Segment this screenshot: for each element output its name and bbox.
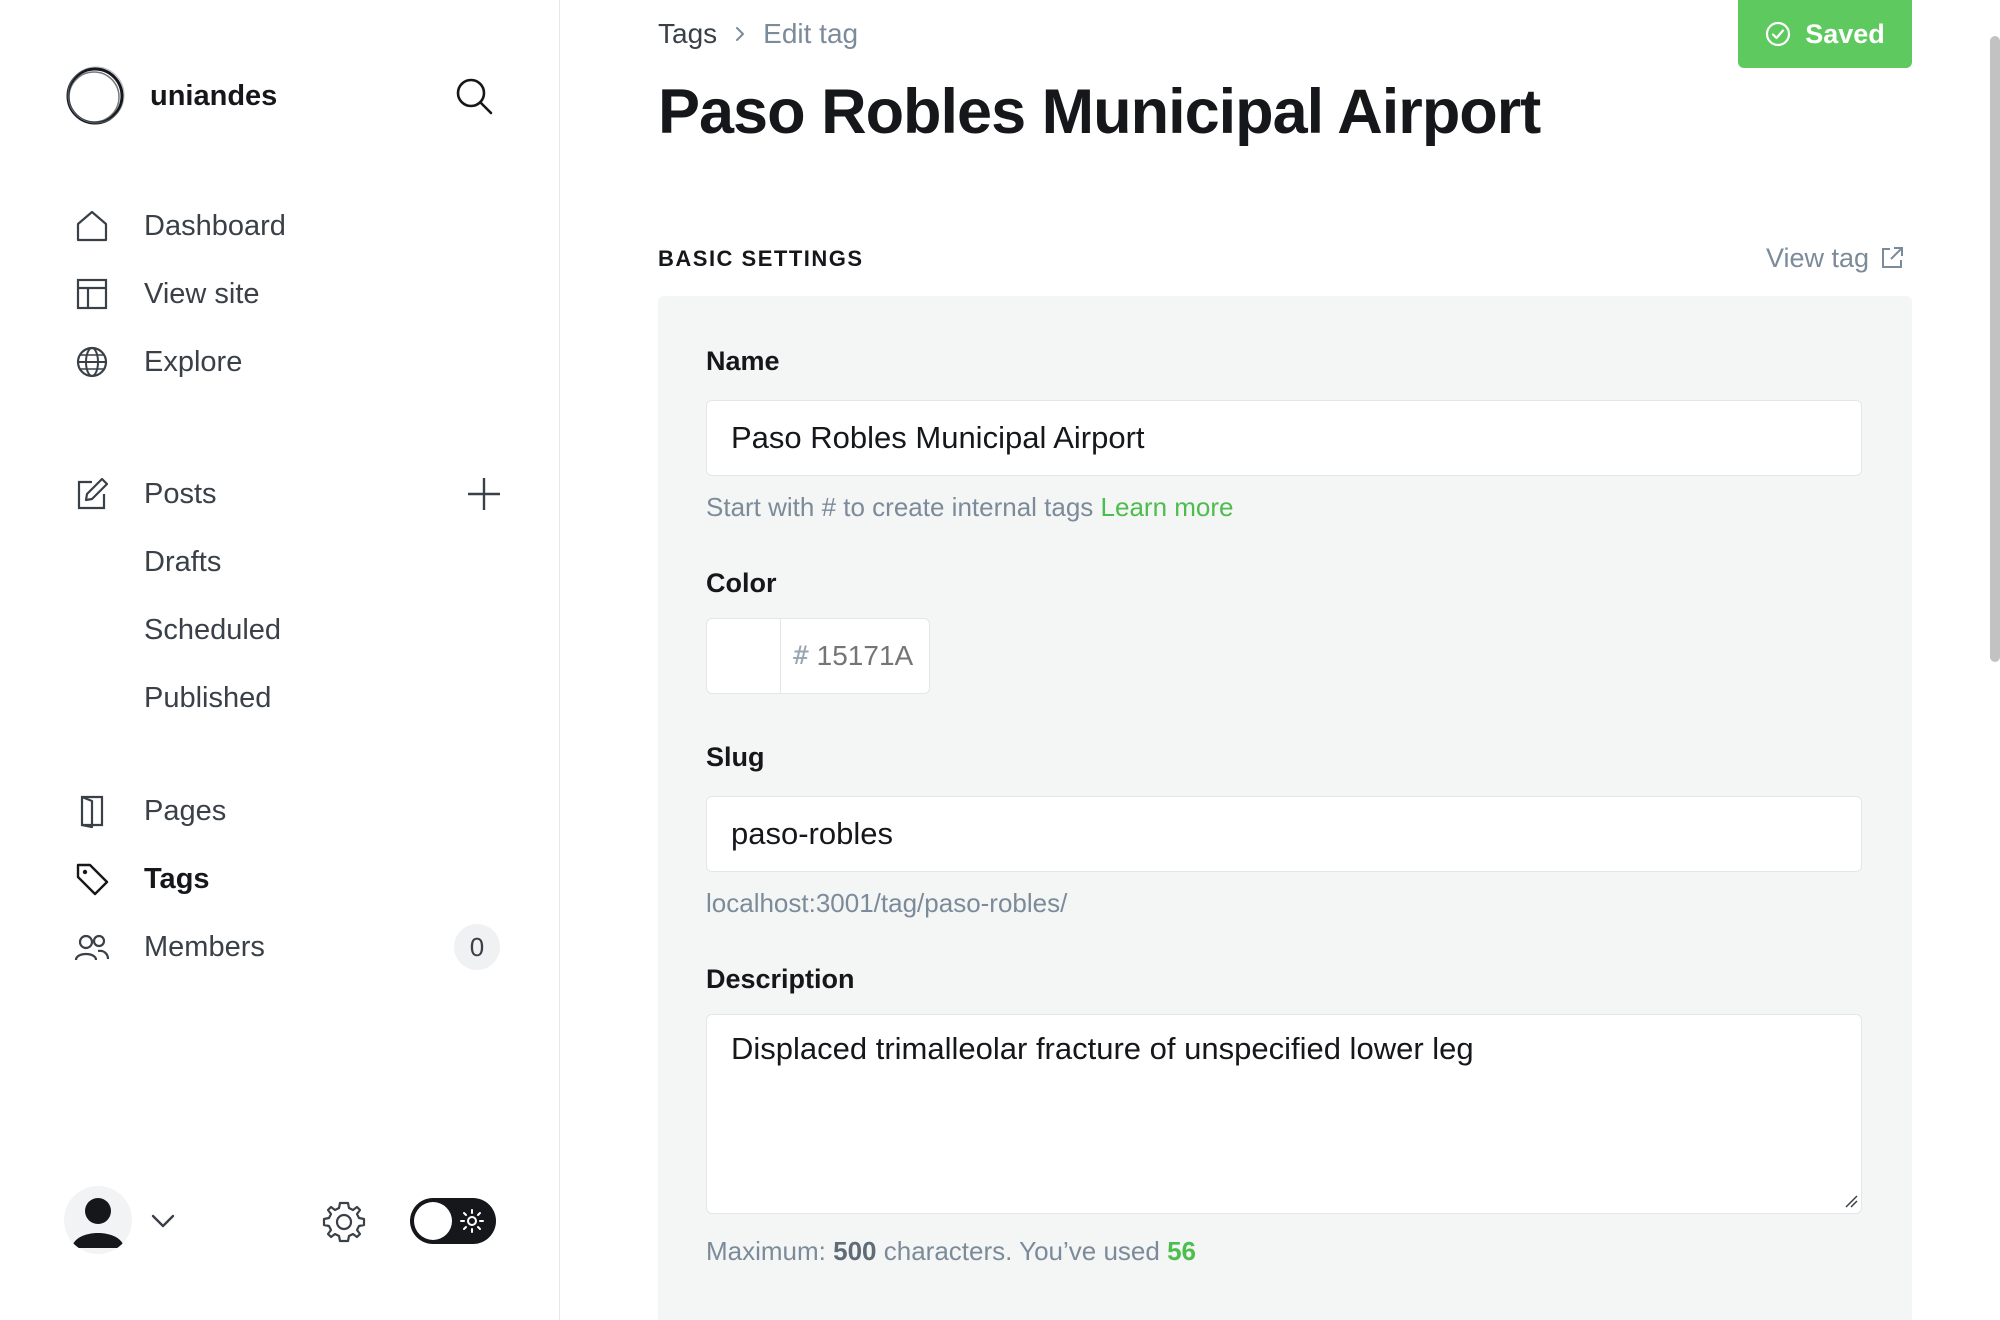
sidebar-subitem-drafts[interactable]: Drafts xyxy=(144,537,221,587)
sidebar: uniandes Dashboard View site Explore Pos… xyxy=(0,0,560,1320)
tag-icon xyxy=(72,859,112,899)
layout-icon xyxy=(72,274,112,314)
sidebar-subitem-published[interactable]: Published xyxy=(144,673,271,723)
sidebar-subitem-scheduled[interactable]: Scheduled xyxy=(144,605,281,655)
name-hint: Start with # to create internal tags Lea… xyxy=(706,492,1234,523)
scrollbar[interactable] xyxy=(1990,36,2000,662)
basic-settings-panel: Name Start with # to create internal tag… xyxy=(658,296,1912,1320)
members-icon xyxy=(72,927,112,967)
add-post-button[interactable] xyxy=(456,466,512,522)
sidebar-item-label: Tags xyxy=(144,862,210,895)
home-icon xyxy=(72,206,112,246)
brand-logo-icon xyxy=(66,66,125,125)
edit-icon xyxy=(72,474,112,514)
section-label: BASIC SETTINGS xyxy=(658,246,864,271)
search-icon[interactable] xyxy=(452,74,496,118)
description-field[interactable]: Displaced trimalleolar fracture of unspe… xyxy=(706,1014,1862,1214)
slug-label: Slug xyxy=(706,742,765,772)
breadcrumb-current: Edit tag xyxy=(763,18,859,49)
slug-field[interactable] xyxy=(706,796,1862,872)
sidebar-item-posts[interactable]: Posts xyxy=(72,466,512,522)
name-label: Name xyxy=(706,346,780,376)
sidebar-item-explore[interactable]: Explore xyxy=(72,334,512,390)
color-picker: # xyxy=(706,618,930,694)
sidebar-item-pages[interactable]: Pages xyxy=(72,783,512,839)
breadcrumb-tags-link[interactable]: Tags xyxy=(658,18,717,50)
sidebar-item-label: Dashboard xyxy=(144,209,286,242)
color-label: Color xyxy=(706,568,777,598)
brand-name: uniandes xyxy=(150,79,278,112)
avatar[interactable] xyxy=(64,1186,132,1254)
sidebar-item-dashboard[interactable]: Dashboard xyxy=(72,198,512,254)
breadcrumb: Tags Edit tag xyxy=(658,16,858,52)
sidebar-item-view-site[interactable]: View site xyxy=(72,266,512,322)
description-hint: Maximum: 500 characters. You’ve used 56 xyxy=(706,1236,1196,1267)
plus-icon xyxy=(468,478,500,510)
sidebar-item-tags[interactable]: Tags xyxy=(72,851,512,907)
name-hint-text: Start with # to create internal tags xyxy=(706,492,1094,522)
brand[interactable]: uniandes xyxy=(64,64,277,128)
chevron-down-icon[interactable] xyxy=(148,1206,178,1236)
saved-button-label: Saved xyxy=(1805,18,1885,49)
description-hint-prefix: Maximum: xyxy=(706,1236,826,1266)
external-link-icon xyxy=(1882,247,1904,268)
color-hex-input[interactable] xyxy=(816,640,927,672)
globe-icon xyxy=(72,342,112,382)
sidebar-item-label: Members xyxy=(144,930,265,963)
sidebar-item-label: Explore xyxy=(144,345,243,378)
view-tag-link[interactable]: View tag xyxy=(1766,240,1905,276)
sun-icon xyxy=(460,1209,484,1233)
sidebar-footer xyxy=(64,1186,504,1256)
sidebar-item-label: Pages xyxy=(144,794,227,827)
description-hint-mid: characters. You’ve used xyxy=(883,1236,1160,1266)
color-hash: # xyxy=(781,619,927,693)
view-tag-label: View tag xyxy=(1766,242,1870,273)
main-content: Tags Edit tag Saved Paso Robles Municipa… xyxy=(560,0,2000,1320)
page-title: Paso Robles Municipal Airport xyxy=(658,77,1541,147)
chevron-right-icon xyxy=(736,27,745,41)
learn-more-link[interactable]: Learn more xyxy=(1101,492,1234,522)
sidebar-item-label: View site xyxy=(144,277,260,310)
name-field[interactable] xyxy=(706,400,1862,476)
user-icon xyxy=(72,1198,124,1248)
color-swatch[interactable] xyxy=(707,619,781,693)
description-max: 500 xyxy=(833,1236,877,1266)
resize-grip-icon[interactable] xyxy=(1844,1194,1858,1208)
sidebar-item-label: Posts xyxy=(144,477,217,510)
theme-toggle[interactable] xyxy=(410,1198,496,1244)
gear-icon[interactable] xyxy=(322,1200,366,1244)
description-used-count: 56 xyxy=(1167,1236,1196,1266)
members-count-badge: 0 xyxy=(454,924,500,970)
check-circle-icon xyxy=(1766,21,1791,47)
hash-symbol: # xyxy=(793,641,809,671)
toggle-knob xyxy=(414,1202,452,1240)
pages-icon xyxy=(72,791,112,831)
slug-url: localhost:3001/tag/paso-robles/ xyxy=(706,888,1068,918)
sidebar-item-members[interactable]: Members 0 xyxy=(72,919,512,975)
saved-button[interactable]: Saved xyxy=(1738,0,1912,68)
description-label: Description xyxy=(706,964,855,994)
